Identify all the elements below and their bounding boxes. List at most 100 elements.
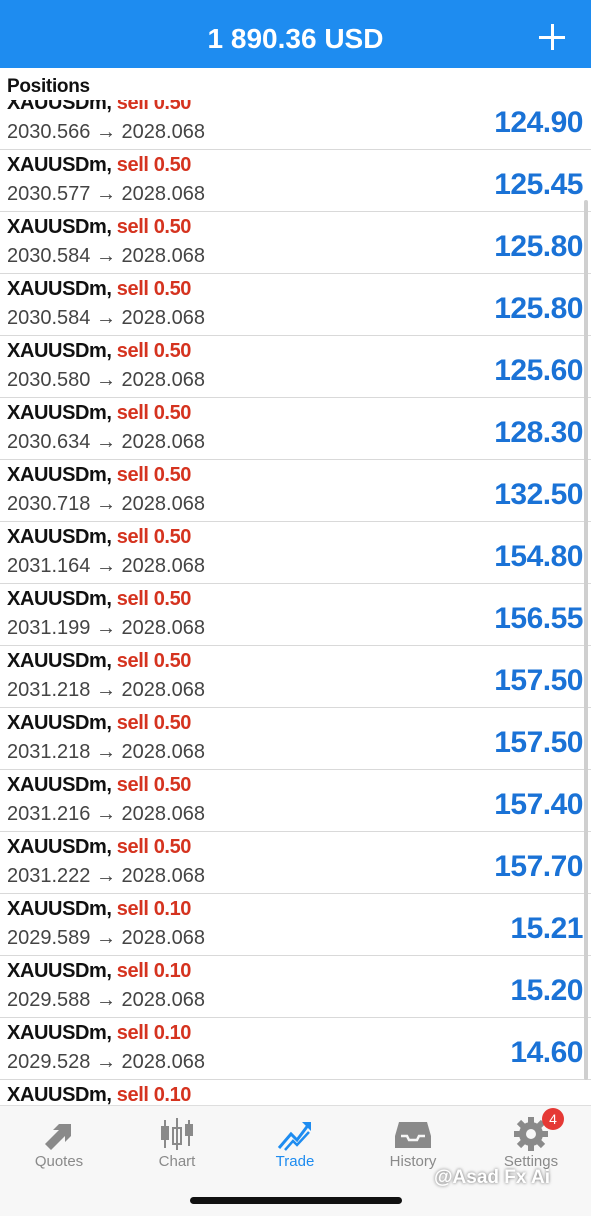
order-volume: 0.50 [153,340,192,362]
position-row[interactable]: XAUUSDm, sell 0.50 2030.718 → 2028.068 132… [0,460,591,522]
position-row[interactable]: XAUUSDm, sell 0.50 2031.222 → 2028.068 157… [0,832,591,894]
scrollbar[interactable] [584,200,588,1080]
position-title: XAUUSDm, sell 0.50 [7,774,191,797]
price-line: 2030.580 → 2028.068 [7,369,205,392]
order-side: sell [116,464,149,486]
price-line: 2029.588 → 2028.068 [7,989,205,1012]
current-price: 2028.068 [121,307,205,329]
symbol: XAUUSDm, [7,836,112,858]
position-profit: 157.50 [494,664,583,697]
current-price: 2028.068 [121,245,205,267]
open-price: 2029.528 [7,1051,91,1073]
symbol: XAUUSDm, [7,278,112,300]
position-row[interactable]: XAUUSDm, sell 0.50 2030.566 → 2028.068 124… [0,100,591,150]
position-row[interactable]: XAUUSDm, sell 0.50 2031.218 → 2028.068 157… [0,646,591,708]
position-profit: 154.80 [494,540,583,573]
order-volume: 0.50 [153,154,192,176]
position-row[interactable]: XAUUSDm, sell 0.50 2030.580 → 2028.068 125… [0,336,591,398]
symbol: XAUUSDm, [7,100,112,114]
open-price: 2031.218 [7,679,91,701]
position-row[interactable]: XAUUSDm, sell 0.50 2030.584 → 2028.068 125… [0,212,591,274]
position-row[interactable]: XAUUSDm, sell 0.50 2031.199 → 2028.068 156… [0,584,591,646]
open-price: 2031.199 [7,617,91,639]
open-price: 2031.218 [7,741,91,763]
home-indicator[interactable] [190,1197,402,1204]
position-profit: 15.20 [510,974,583,1007]
order-side: sell [116,960,149,982]
symbol: XAUUSDm, [7,154,112,176]
symbol: XAUUSDm, [7,216,112,238]
current-price: 2028.068 [121,555,205,577]
positions-list[interactable]: XAUUSDm, sell 0.50 2030.566 → 2028.068 124… [0,100,591,1105]
position-title: XAUUSDm, sell 0.50 [7,100,191,115]
position-title: XAUUSDm, sell 0.50 [7,154,191,177]
arrow-icon: → [95,121,116,143]
open-price: 2029.588 [7,989,91,1011]
position-row[interactable]: XAUUSDm, sell 0.50 2031.164 → 2028.068 154… [0,522,591,584]
current-price: 2028.068 [121,927,205,949]
tab-trade[interactable]: Trade [236,1106,354,1186]
tab-quotes[interactable]: Quotes [0,1106,118,1186]
tab-chart[interactable]: Chart [118,1106,236,1186]
arrow-icon: → [95,741,116,763]
position-title: XAUUSDm, sell 0.50 [7,464,191,487]
symbol: XAUUSDm, [7,898,112,920]
arrow-icon: → [95,555,116,577]
position-row[interactable]: XAUUSDm, sell 0.50 2030.634 → 2028.068 128… [0,398,591,460]
price-line: 2031.218 → 2028.068 [7,679,205,702]
order-side: sell [116,216,149,238]
order-side: sell [116,526,149,548]
price-line: 2030.566 → 2028.068 [7,121,205,144]
order-side: sell [116,1084,149,1105]
price-line: 2031.164 → 2028.068 [7,555,205,578]
current-price: 2028.068 [121,617,205,639]
open-price: 2031.222 [7,865,91,887]
order-side: sell [116,774,149,796]
arrow-icon: → [95,1051,116,1073]
position-row[interactable]: XAUUSDm, sell 0.50 2030.584 → 2028.068 125… [0,274,591,336]
open-price: 2031.164 [7,555,91,577]
open-price: 2029.589 [7,927,91,949]
position-profit: 132.50 [494,478,583,511]
add-order-icon[interactable] [539,24,565,50]
position-row[interactable]: XAUUSDm, sell 0.10 2029.528 → 2028.068 14.… [0,1018,591,1080]
arrow-icon: → [95,245,116,267]
position-title: XAUUSDm, sell 0.10 [7,1022,191,1045]
position-row[interactable]: XAUUSDm, sell 0.10 2029.589 → 2028.068 15.… [0,894,591,956]
order-volume: 0.10 [153,960,192,982]
order-volume: 0.10 [153,1084,192,1105]
current-price: 2028.068 [121,865,205,887]
tab-label: Chart [158,1153,196,1170]
position-row[interactable]: XAUUSDm, sell 0.10 2029.588 → 2028.068 15.… [0,956,591,1018]
position-row[interactable]: XAUUSDm, sell 0.50 2031.218 → 2028.068 157… [0,708,591,770]
arrow-icon: → [95,431,116,453]
tab-label: Trade [275,1153,315,1170]
position-profit: 125.60 [494,354,583,387]
current-price: 2028.068 [121,369,205,391]
order-side: sell [116,1022,149,1044]
position-profit: 125.80 [494,230,583,263]
open-price: 2030.566 [7,121,91,143]
order-volume: 0.50 [153,588,192,610]
order-side: sell [116,402,149,424]
current-price: 2028.068 [121,121,205,143]
current-price: 2028.068 [121,493,205,515]
position-row[interactable]: XAUUSDm, sell 0.10 [0,1080,591,1105]
price-line: 2030.634 → 2028.068 [7,431,205,454]
price-line: 2031.218 → 2028.068 [7,741,205,764]
price-line: 2031.216 → 2028.068 [7,803,205,826]
arrow-icon: → [95,617,116,639]
open-price: 2030.718 [7,493,91,515]
order-side: sell [116,712,149,734]
symbol: XAUUSDm, [7,402,112,424]
position-profit: 15.21 [510,912,583,945]
position-row[interactable]: XAUUSDm, sell 0.50 2030.577 → 2028.068 125… [0,150,591,212]
order-volume: 0.10 [153,1022,192,1044]
price-line: 2031.199 → 2028.068 [7,617,205,640]
position-row[interactable]: XAUUSDm, sell 0.50 2031.216 → 2028.068 157… [0,770,591,832]
arrow-icon: → [95,989,116,1011]
order-volume: 0.50 [153,402,192,424]
arrow-icon: → [95,183,116,205]
price-line: 2030.577 → 2028.068 [7,183,205,206]
current-price: 2028.068 [121,803,205,825]
